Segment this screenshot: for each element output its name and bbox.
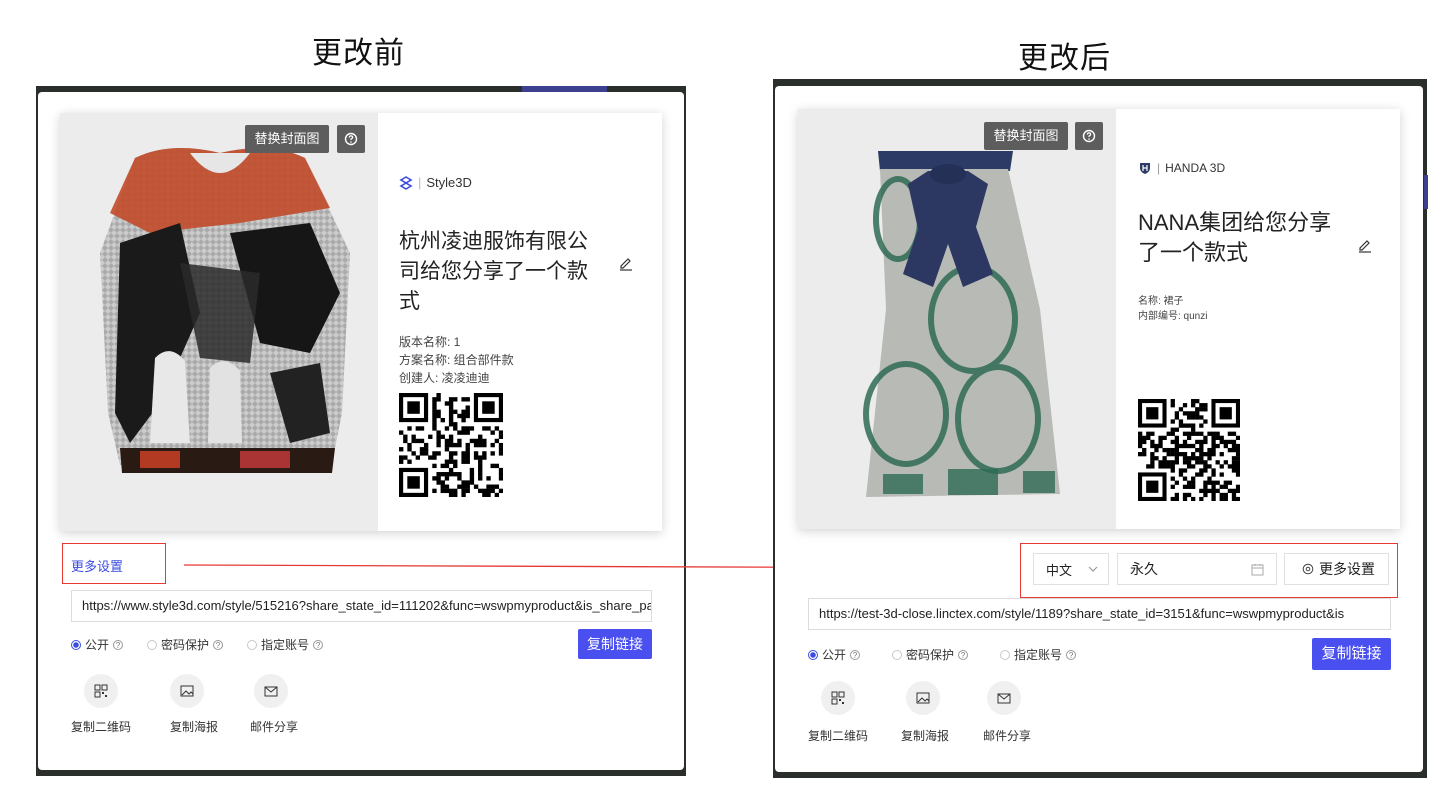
- share-action-qrcode[interactable]: 复制二维码: [71, 674, 131, 735]
- help-icon[interactable]: [337, 125, 365, 153]
- visibility-radio-group: 公开 ? 密码保护 ? 指定账号 ?: [71, 636, 324, 653]
- meta-version: 版本名称: 1: [399, 335, 461, 349]
- brand-name: Style3D: [426, 175, 472, 190]
- qrcode-icon: [821, 681, 855, 715]
- share-action-poster[interactable]: 复制海报: [164, 674, 224, 735]
- handa-logo-icon: [1140, 163, 1150, 174]
- highlight-box-after: [1020, 543, 1398, 598]
- help-icon[interactable]: ?: [213, 639, 224, 650]
- share-url-field[interactable]: https://www.style3d.com/style/515216?sha…: [71, 590, 652, 622]
- before-heading: 更改前: [312, 36, 405, 71]
- skirt-image: [863, 151, 1060, 497]
- brand-name: HANDA 3D: [1165, 161, 1226, 175]
- share-action-label: 复制二维码: [71, 720, 132, 734]
- highlight-box-before: [62, 543, 166, 584]
- visibility-radio-group: 公开 ? 密码保护 ? 指定账号 ?: [808, 646, 1077, 663]
- meta-creator: 创建人: 凌凌迪迪: [399, 371, 490, 385]
- mail-icon: [254, 674, 288, 708]
- help-icon[interactable]: ?: [113, 639, 124, 650]
- edit-title-icon[interactable]: [618, 256, 634, 277]
- edit-title-icon[interactable]: [1357, 238, 1373, 259]
- help-icon[interactable]: ?: [1066, 649, 1077, 660]
- style3d-logo-icon: [399, 175, 413, 190]
- radio-public-label: 公开: [85, 638, 110, 652]
- share-action-label: 复制二维码: [807, 729, 868, 743]
- image-icon: [906, 681, 940, 715]
- radio-password-label: 密码保护: [906, 648, 955, 662]
- qr-code: [1138, 399, 1241, 502]
- share-action-mail[interactable]: 邮件分享: [977, 681, 1037, 744]
- help-icon[interactable]: ?: [850, 649, 861, 660]
- radio-password[interactable]: [892, 649, 903, 660]
- meta-plan: 方案名称: 组合部件款: [399, 353, 514, 367]
- share-action-poster[interactable]: 复制海报: [895, 681, 955, 744]
- style-meta: 版本名称: 1 方案名称: 组合部件款 创建人: 凌凌迪迪: [399, 333, 514, 387]
- qr-code: [399, 393, 504, 498]
- share-action-label: 邮件分享: [249, 720, 298, 734]
- share-title: NANA集团给您分享了一个款式: [1138, 210, 1332, 265]
- after-backdrop-tab: [1424, 175, 1428, 209]
- radio-account-label: 指定账号: [261, 638, 310, 652]
- copy-link-button[interactable]: 复制链接: [1312, 638, 1391, 670]
- before-cover-image: 替换封面图: [60, 113, 378, 531]
- share-action-qrcode[interactable]: 复制二维码: [807, 681, 869, 744]
- brand-logo: | HANDA 3D: [1138, 161, 1225, 175]
- share-action-label: 邮件分享: [982, 729, 1031, 743]
- meta-name: 名称: 裙子: [1138, 296, 1184, 307]
- replace-cover-button[interactable]: 替换封面图: [984, 122, 1068, 150]
- help-icon[interactable]: ?: [313, 639, 324, 650]
- replace-cover-button[interactable]: 替换封面图: [245, 125, 329, 153]
- share-title: 杭州凌迪服饰有限公司给您分享了一个款式: [399, 230, 588, 313]
- before-share-dialog: 替换封面图 | Style3D 杭州凌迪服饰有限公司给您分享了一个款式 版本名称…: [38, 92, 684, 770]
- radio-account-label: 指定账号: [1014, 648, 1063, 662]
- after-cover-image: 替换封面图: [798, 109, 1116, 529]
- radio-account[interactable]: [247, 639, 258, 650]
- help-icon[interactable]: [1075, 122, 1103, 150]
- radio-password[interactable]: [147, 639, 158, 650]
- meta-code: 内部编号: qunzi: [1138, 311, 1208, 322]
- mail-icon: [987, 681, 1021, 715]
- brand-logo: | Style3D: [399, 175, 472, 190]
- tshirt-image: [100, 148, 350, 473]
- share-action-label: 复制海报: [900, 729, 949, 743]
- image-icon: [170, 674, 204, 708]
- style-meta: 名称: 裙子 内部编号: qunzi: [1138, 294, 1207, 324]
- share-url-field[interactable]: https://test-3d-close.linctex.com/style/…: [808, 598, 1391, 630]
- share-action-label: 复制海报: [169, 720, 218, 734]
- radio-public[interactable]: [808, 649, 818, 660]
- radio-public-label: 公开: [822, 648, 847, 662]
- before-style-card: 替换封面图 | Style3D 杭州凌迪服饰有限公司给您分享了一个款式 版本名称…: [60, 113, 662, 531]
- copy-link-button[interactable]: 复制链接: [578, 629, 652, 659]
- radio-public[interactable]: [71, 639, 81, 650]
- after-heading: 更改后: [1018, 41, 1111, 76]
- after-style-card: 替换封面图 | HANDA 3D NANA集团给您分享了一个款式 名称: 裙子 …: [798, 109, 1400, 529]
- help-icon[interactable]: ?: [958, 649, 969, 660]
- qrcode-icon: [84, 674, 118, 708]
- share-action-mail[interactable]: 邮件分享: [244, 674, 304, 735]
- after-share-dialog: 替换封面图 | HANDA 3D NANA集团给您分享了一个款式 名称: 裙子 …: [775, 86, 1423, 772]
- radio-password-label: 密码保护: [161, 638, 210, 652]
- radio-account[interactable]: [1000, 649, 1011, 660]
